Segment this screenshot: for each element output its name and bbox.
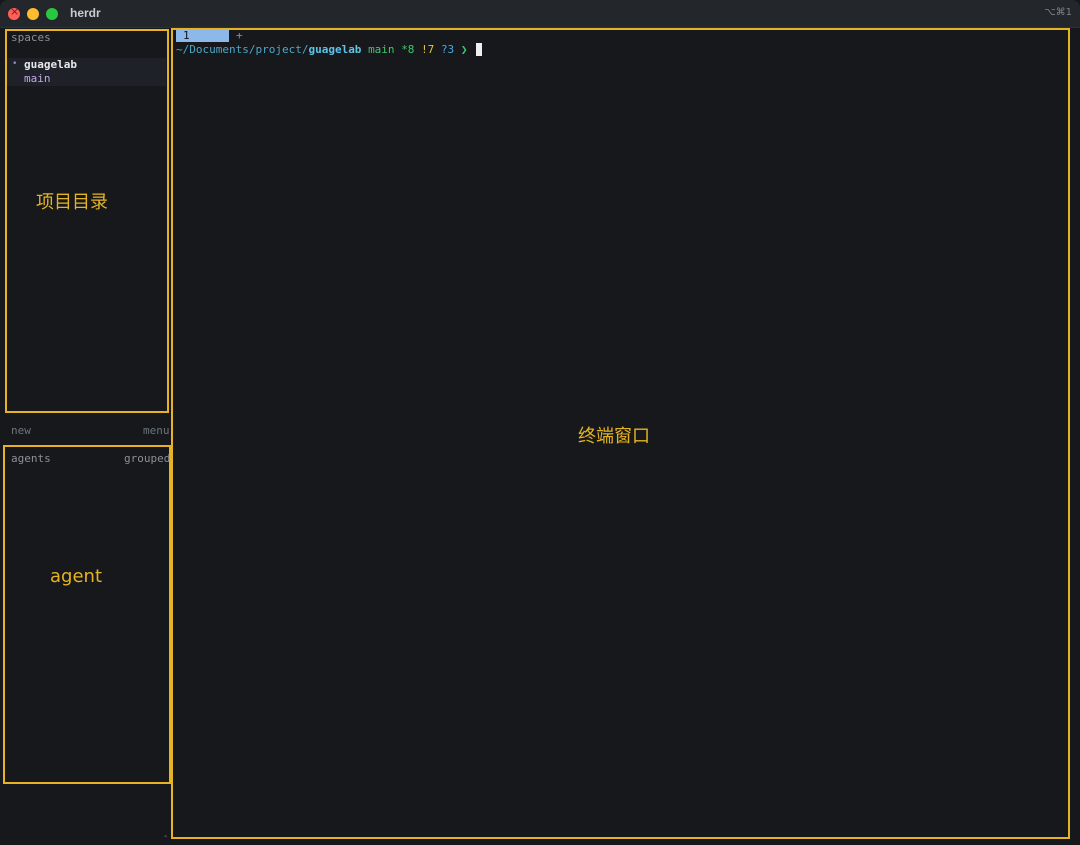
prompt-path: ~/Documents/project/ [176, 43, 309, 56]
spaces-label: spaces [11, 31, 51, 44]
prompt-unknown-count: ?3 [440, 43, 455, 56]
title-bar: herdr ⌥⌘1 [0, 0, 1080, 28]
terminal-cursor [476, 43, 483, 56]
annotation-terminal-window: 终端窗口 [578, 426, 650, 447]
add-tab-button[interactable]: + [236, 29, 243, 42]
spaces-panel-highlight [5, 29, 169, 413]
prompt-arrow-icon: ❯ [460, 43, 468, 56]
resize-handle-icon[interactable]: ◂ [163, 832, 167, 840]
maximize-window-button[interactable] [46, 8, 58, 20]
minimize-window-button[interactable] [27, 8, 39, 20]
terminal-tab-1[interactable]: 1 [176, 30, 229, 42]
terminal-prompt[interactable]: ~/Documents/project/guagelab main *8 !7 … [176, 43, 483, 56]
app-window: herdr ⌥⌘1 spaces • guagelab main 项目目录 ne… [0, 0, 1080, 845]
space-branch[interactable]: main [24, 72, 51, 85]
agents-panel-highlight [3, 445, 171, 784]
space-active-dot-icon: • [12, 59, 18, 69]
space-name[interactable]: guagelab [24, 58, 77, 71]
prompt-branch: main [368, 43, 395, 56]
menu-button[interactable]: menu [143, 424, 170, 437]
agents-label: agents [11, 452, 51, 465]
close-window-button[interactable] [8, 5, 20, 20]
prompt-repo: guagelab [308, 43, 362, 56]
new-space-button[interactable]: new [11, 424, 31, 437]
window-title: herdr [70, 6, 101, 20]
annotation-project-dir: 项目目录 [36, 192, 108, 213]
prompt-changes-count: !7 [421, 43, 435, 56]
grouped-toggle[interactable]: grouped [124, 452, 170, 465]
window-shortcut: ⌥⌘1 [1044, 7, 1072, 18]
prompt-modified-count: *8 [401, 43, 415, 56]
annotation-agent: agent [50, 566, 102, 587]
